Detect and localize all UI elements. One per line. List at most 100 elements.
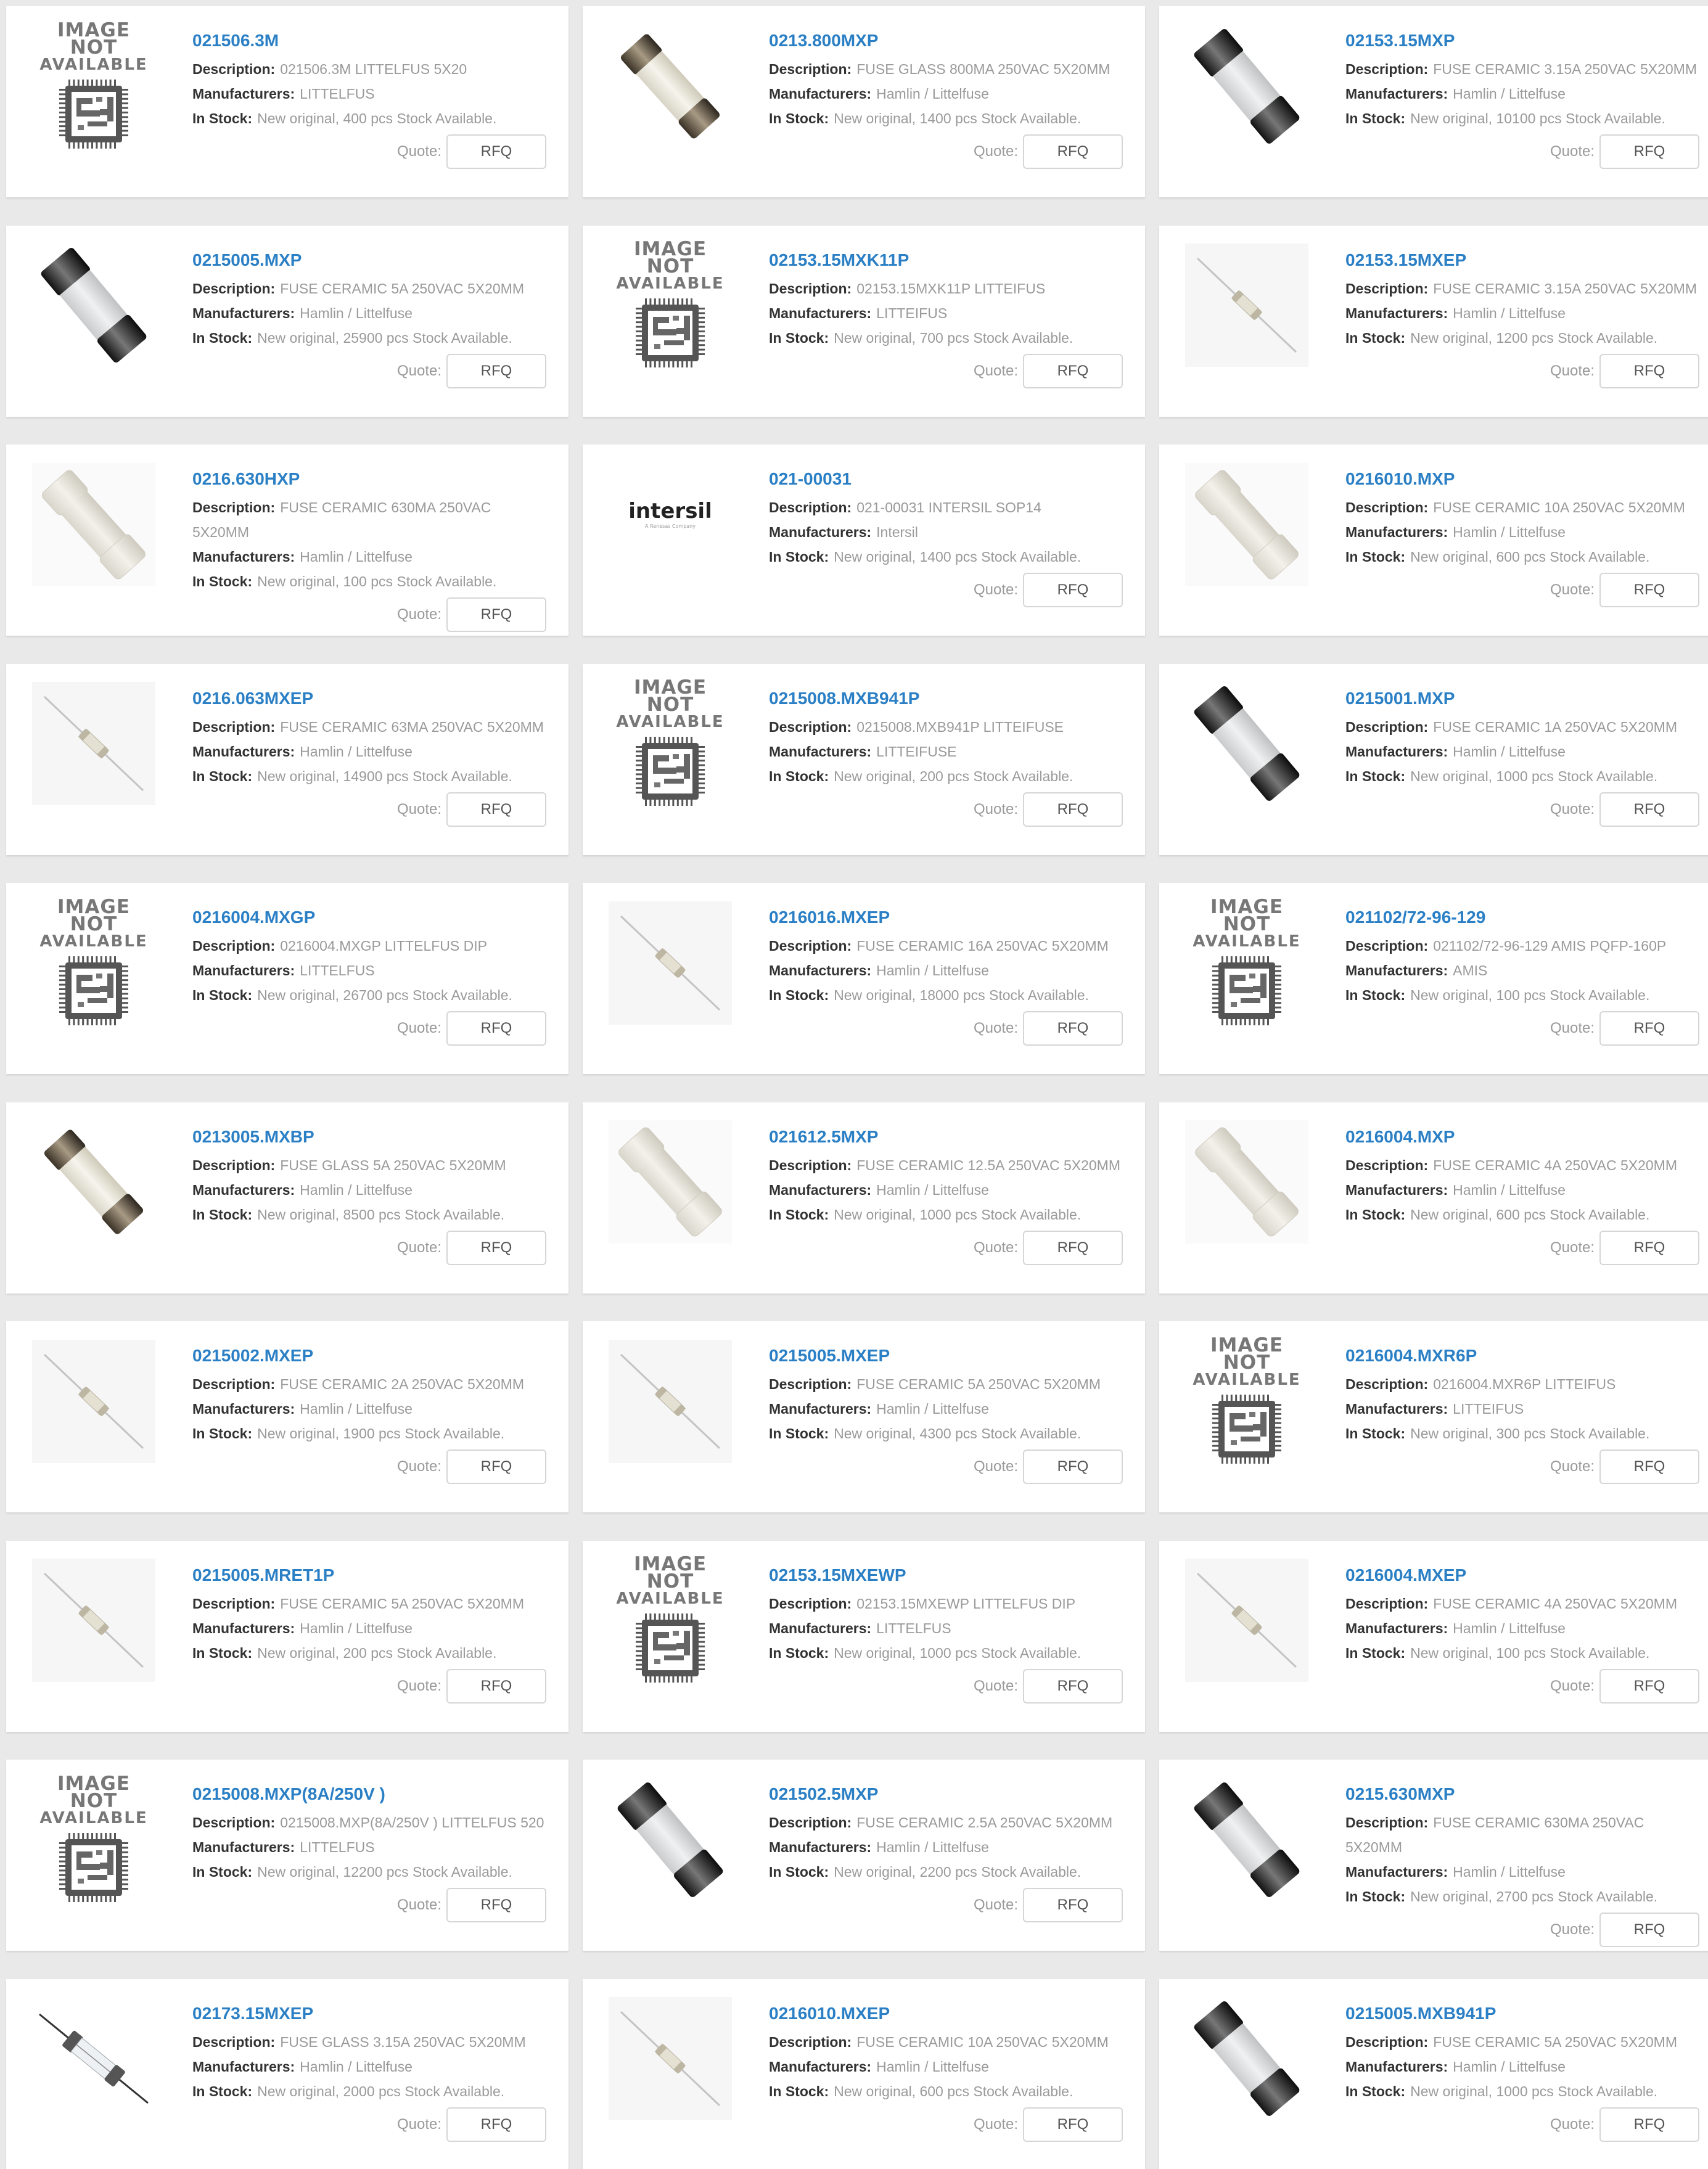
- part-number-link[interactable]: 021102/72-96-129: [1345, 906, 1708, 929]
- part-number-link[interactable]: 02153.15MXEP: [1345, 249, 1708, 271]
- part-number-link[interactable]: 0216010.MXEP: [769, 2003, 1145, 2025]
- rfq-button[interactable]: RFQ: [446, 1011, 546, 1046]
- part-number-link[interactable]: 0213005.MXBP: [192, 1126, 569, 1148]
- rfq-button[interactable]: RFQ: [1599, 573, 1699, 607]
- rfq-button[interactable]: RFQ: [446, 1888, 546, 1922]
- chip-icon: [57, 77, 131, 154]
- product-thumbnail[interactable]: IMAGE NOT AVAILABLE: [609, 240, 732, 369]
- product-thumbnail[interactable]: [32, 1999, 155, 2122]
- product-thumbnail[interactable]: [32, 245, 155, 369]
- product-thumbnail[interactable]: [609, 901, 732, 1026]
- part-number-link[interactable]: 0216.630HXP: [192, 468, 569, 490]
- part-number-link[interactable]: 0215.630MXP: [1345, 1783, 1708, 1805]
- product-thumbnail[interactable]: intersil A Renesas Company: [609, 464, 732, 588]
- part-number-link[interactable]: 021-00031: [769, 468, 1145, 490]
- part-number-link[interactable]: 021612.5MXP: [769, 1126, 1145, 1148]
- rfq-button[interactable]: RFQ: [1599, 1230, 1699, 1265]
- product-thumbnail[interactable]: [1185, 1120, 1308, 1245]
- rfq-button[interactable]: RFQ: [446, 353, 546, 388]
- image-not-available-placeholder: IMAGE NOT AVAILABLE: [32, 20, 155, 154]
- product-thumbnail[interactable]: [1185, 462, 1308, 588]
- part-number-link[interactable]: 0215002.MXEP: [192, 1345, 569, 1367]
- rfq-button[interactable]: RFQ: [446, 1668, 546, 1704]
- rfq-button[interactable]: RFQ: [1023, 792, 1123, 827]
- part-number-link[interactable]: 0216.063MXEP: [192, 687, 569, 710]
- product-thumbnail[interactable]: [32, 682, 155, 807]
- rfq-button[interactable]: RFQ: [1023, 353, 1123, 388]
- part-number-link[interactable]: 02153.15MXP: [1345, 30, 1708, 52]
- rfq-button[interactable]: RFQ: [446, 792, 546, 827]
- product-thumbnail[interactable]: [1185, 1999, 1308, 2122]
- rfq-button[interactable]: RFQ: [1023, 1230, 1123, 1265]
- product-thumbnail[interactable]: IMAGE NOT AVAILABLE: [1185, 897, 1308, 1026]
- rfq-button[interactable]: RFQ: [446, 1449, 546, 1484]
- part-number-link[interactable]: 0215005.MRET1P: [192, 1564, 569, 1586]
- rfq-button[interactable]: RFQ: [1023, 1449, 1123, 1484]
- quote-row: Quote: RFQ: [974, 134, 1123, 169]
- rfq-button[interactable]: RFQ: [1023, 1668, 1123, 1704]
- rfq-button[interactable]: RFQ: [1023, 134, 1123, 169]
- rfq-button[interactable]: RFQ: [446, 1230, 546, 1265]
- description-label: Description:: [192, 718, 276, 735]
- product-thumbnail[interactable]: [1185, 1559, 1308, 1684]
- part-number-link[interactable]: 0215008.MXB941P: [769, 687, 1145, 710]
- product-card: 021612.5MXP Description: FUSE CERAMIC 12.…: [583, 1102, 1145, 1294]
- product-thumbnail[interactable]: [609, 1339, 732, 1464]
- part-number-link[interactable]: 021506.3M: [192, 30, 569, 52]
- product-thumbnail[interactable]: [32, 1339, 155, 1464]
- rfq-button[interactable]: RFQ: [1599, 134, 1699, 169]
- rfq-button[interactable]: RFQ: [1023, 573, 1123, 607]
- part-number-link[interactable]: 02153.15MXEWP: [769, 1564, 1145, 1586]
- part-number-link[interactable]: 0216004.MXR6P: [1345, 1345, 1708, 1367]
- part-number-link[interactable]: 0216016.MXEP: [769, 906, 1145, 929]
- part-number-link[interactable]: 02173.15MXEP: [192, 2003, 569, 2025]
- product-thumbnail[interactable]: IMAGE NOT AVAILABLE: [1185, 1335, 1308, 1464]
- rfq-button[interactable]: RFQ: [1599, 1011, 1699, 1046]
- product-thumbnail[interactable]: [1185, 244, 1308, 369]
- part-number-link[interactable]: 02153.15MXK11P: [769, 249, 1145, 271]
- rfq-button[interactable]: RFQ: [446, 597, 546, 632]
- product-thumbnail[interactable]: [1185, 1779, 1308, 1903]
- product-thumbnail[interactable]: [32, 1122, 155, 1245]
- rfq-button[interactable]: RFQ: [1023, 2107, 1123, 2142]
- part-number-link[interactable]: 0216004.MXGP: [192, 906, 569, 929]
- product-info: 0213005.MXBP Description: FUSE GLASS 5A 2…: [192, 1126, 569, 1227]
- product-thumbnail[interactable]: [1185, 684, 1308, 807]
- product-thumbnail[interactable]: [609, 1997, 732, 2122]
- product-thumbnail[interactable]: [32, 1559, 155, 1684]
- part-number-link[interactable]: 0215001.MXP: [1345, 687, 1708, 710]
- description-line: Description: FUSE CERAMIC 3.15A 250VAC 5X…: [1345, 276, 1708, 301]
- rfq-button[interactable]: RFQ: [446, 134, 546, 169]
- rfq-button[interactable]: RFQ: [1599, 1449, 1699, 1484]
- rfq-button[interactable]: RFQ: [1599, 353, 1699, 388]
- product-thumbnail[interactable]: [1185, 26, 1308, 149]
- rfq-button[interactable]: RFQ: [1599, 1668, 1699, 1704]
- product-thumbnail[interactable]: IMAGE NOT AVAILABLE: [32, 1774, 155, 1903]
- part-number-link[interactable]: 0216004.MXEP: [1345, 1564, 1708, 1586]
- rfq-button[interactable]: RFQ: [1023, 1888, 1123, 1922]
- part-number-link[interactable]: 0215005.MXEP: [769, 1345, 1145, 1367]
- part-number-link[interactable]: 021502.5MXP: [769, 1783, 1145, 1805]
- product-thumbnail[interactable]: [609, 26, 732, 149]
- rfq-button[interactable]: RFQ: [446, 2107, 546, 2142]
- product-thumbnail[interactable]: [609, 1120, 732, 1245]
- product-thumbnail[interactable]: IMAGE NOT AVAILABLE: [609, 678, 732, 807]
- part-number-link[interactable]: 0215005.MXP: [192, 249, 569, 271]
- rfq-button[interactable]: RFQ: [1599, 792, 1699, 827]
- rfq-button[interactable]: RFQ: [1599, 2107, 1699, 2142]
- product-thumbnail[interactable]: IMAGE NOT AVAILABLE: [609, 1555, 732, 1684]
- product-thumbnail[interactable]: [609, 1779, 732, 1903]
- part-number-link[interactable]: 0216004.MXP: [1345, 1126, 1708, 1148]
- description-value: 021-00031 INTERSIL SOP14: [856, 499, 1041, 515]
- part-number-link[interactable]: 0215005.MXB941P: [1345, 2003, 1708, 2025]
- manufacturer-line: Manufacturers: Hamlin / Littelfuse: [769, 1178, 1145, 1202]
- product-thumbnail[interactable]: [32, 462, 155, 588]
- part-number-link[interactable]: 0215008.MXP(8A/250V ): [192, 1783, 569, 1805]
- rfq-button[interactable]: RFQ: [1599, 1913, 1699, 1947]
- product-thumbnail[interactable]: IMAGE NOT AVAILABLE: [32, 20, 155, 149]
- product-thumbnail[interactable]: IMAGE NOT AVAILABLE: [32, 897, 155, 1026]
- rfq-button[interactable]: RFQ: [1023, 1011, 1123, 1046]
- part-number-link[interactable]: 0216010.MXP: [1345, 468, 1708, 490]
- description-value: FUSE GLASS 3.15A 250VAC 5X20MM: [280, 2033, 526, 2050]
- part-number-link[interactable]: 0213.800MXP: [769, 30, 1145, 52]
